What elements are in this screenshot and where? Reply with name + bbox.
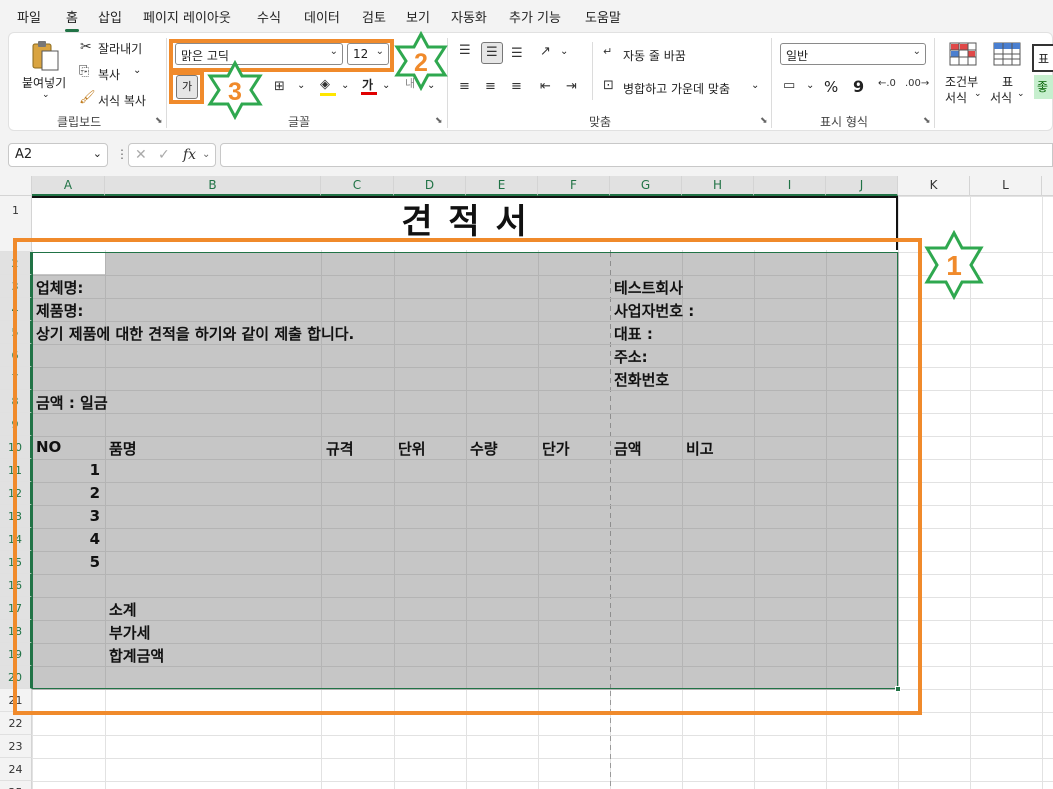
name-box[interactable]: A2 ⌄ (8, 143, 108, 167)
align-right-icon[interactable]: ≡ (511, 80, 522, 93)
menu-page-layout[interactable]: 페이지 레이아웃 (143, 7, 231, 26)
conditional-format-icon (949, 42, 977, 66)
format-painter-icon: 🖌 (79, 90, 96, 105)
cell-style-good-label: 좋 (1037, 80, 1049, 94)
align-bottom-icon[interactable]: ☰ (511, 47, 523, 60)
copy-dropdown-chevron-icon[interactable]: ⌄ (133, 65, 141, 76)
table-format-label-2: 서식 (990, 91, 1013, 105)
font-group-label: 글꼴 (288, 115, 311, 129)
chevron-down-icon: ⌄ (912, 46, 921, 57)
number-format-select[interactable]: 일반 ⌄ (780, 43, 926, 65)
fill-dropdown-chevron-icon[interactable]: ⌄ (341, 80, 349, 91)
cell-style-normal-label: 표 (1038, 52, 1050, 66)
table-format-label-1: 표 (1002, 75, 1014, 89)
formula-actions: ✕ ✓ fx ⌄ (128, 143, 216, 167)
align-middle-button[interactable]: ☰ (481, 42, 503, 64)
cell-style-normal[interactable]: 표 (1032, 44, 1053, 72)
scissors-icon: ✂ (80, 39, 92, 55)
chevron-down-icon: ⌄ (202, 149, 211, 160)
name-box-value: A2 (15, 147, 33, 162)
chevron-down-icon: ⌄ (974, 89, 982, 99)
cell-style-good[interactable]: 좋 (1034, 75, 1053, 99)
merge-dropdown-chevron-icon[interactable]: ⌄ (751, 80, 759, 91)
more-options-icon[interactable]: ⋮ (116, 148, 128, 160)
increase-decimal-icon[interactable]: ←.0 (878, 79, 896, 89)
excel-window: 파일 홈 삽입 페이지 레이아웃 수식 데이터 검토 보기 자동화 추가 기능 … (0, 0, 1053, 789)
alignment-launcher-icon[interactable]: ⬊ (760, 116, 768, 126)
insert-function-button[interactable]: fx (183, 148, 196, 162)
border-icon[interactable]: ⊞ (274, 80, 285, 93)
chevron-down-icon: ⌄ (1017, 89, 1025, 99)
alignment-group-label: 맞춤 (589, 115, 612, 129)
decrease-decimal-icon[interactable]: .00→ (905, 79, 929, 89)
menu-view[interactable]: 보기 (406, 7, 430, 26)
font-color-dropdown-chevron-icon[interactable]: ⌄ (382, 80, 390, 91)
currency-dropdown-chevron-icon[interactable]: ⌄ (806, 80, 814, 91)
table-format-icon (993, 42, 1021, 66)
font-color-glyph: 가 (362, 78, 374, 92)
annotation-box-3 (169, 71, 204, 104)
copy-button[interactable]: 복사 (98, 66, 120, 83)
comma-button[interactable]: 9 (853, 77, 864, 96)
menu-review[interactable]: 검토 (362, 7, 386, 26)
paste-label: 붙여넣기 (22, 76, 67, 90)
align-middle-icon: ☰ (486, 45, 498, 60)
cancel-icon[interactable]: ✕ (135, 148, 147, 162)
align-center-icon[interactable]: ≡ (485, 80, 496, 93)
annotation-number-2: 2 (414, 49, 428, 77)
annotation-box-1 (13, 238, 922, 715)
clipboard-group-label: 클립보드 (57, 115, 102, 129)
wrap-text-button[interactable]: 자동 줄 바꿈 (623, 47, 686, 64)
chevron-down-icon: ⌄ (42, 90, 50, 100)
menu-formulas[interactable]: 수식 (257, 7, 281, 26)
orientation-dropdown-chevron-icon[interactable]: ⌄ (560, 46, 568, 57)
merge-center-icon: ⊡ (603, 78, 614, 93)
annotation-star-1: 1 (924, 230, 984, 300)
enter-icon[interactable]: ✓ (158, 148, 170, 162)
annotation-star-3: 3 (207, 60, 263, 120)
align-left-icon[interactable]: ≡ (459, 80, 470, 93)
menu-automate[interactable]: 자동화 (451, 7, 487, 26)
decrease-indent-icon[interactable]: ⇤ (540, 80, 551, 93)
menu-home[interactable]: 홈 (65, 7, 79, 32)
currency-icon[interactable]: ▭ (783, 79, 795, 92)
fill-color-button[interactable]: ◈ (320, 78, 336, 96)
chevron-down-icon: ⌄ (92, 147, 102, 160)
annotation-number-3: 3 (228, 78, 242, 106)
formula-input[interactable] (220, 143, 1053, 167)
format-painter-button[interactable]: 서식 복사 (98, 92, 146, 109)
merge-center-button[interactable]: 병합하고 가운데 맞춤 (623, 80, 730, 97)
menu-help[interactable]: 도움말 (585, 7, 621, 26)
paste-icon (32, 41, 59, 71)
menu-data[interactable]: 데이터 (304, 7, 340, 26)
cut-button[interactable]: 잘라내기 (98, 40, 142, 57)
fill-bucket-icon: ◈ (320, 77, 330, 92)
menu-file[interactable]: 파일 (17, 7, 41, 26)
align-top-icon[interactable]: ☰ (459, 44, 471, 57)
number-format-value: 일반 (786, 49, 809, 63)
annotation-box-2 (169, 39, 394, 72)
orientation-icon[interactable]: ↗ (540, 45, 551, 58)
menu-addins[interactable]: 추가 기능 (509, 7, 561, 26)
clipboard-launcher-icon[interactable]: ⬊ (155, 116, 163, 126)
conditional-format-label-1: 조건부 (945, 75, 979, 89)
conditional-format-label-2: 서식 (945, 91, 968, 105)
menu-bar: 파일 홈 삽입 페이지 레이아웃 수식 데이터 검토 보기 자동화 추가 기능 … (0, 0, 1053, 32)
number-group-label: 표시 형식 (820, 115, 868, 129)
increase-indent-icon[interactable]: ⇥ (566, 80, 577, 93)
number-launcher-icon[interactable]: ⬊ (923, 116, 931, 126)
font-launcher-icon[interactable]: ⬊ (435, 116, 443, 126)
border-dropdown-chevron-icon[interactable]: ⌄ (297, 80, 305, 91)
annotation-number-1: 1 (946, 250, 962, 281)
menu-insert[interactable]: 삽입 (98, 7, 122, 26)
percent-button[interactable]: % (824, 78, 838, 96)
annotation-star-2: 2 (394, 31, 448, 91)
wrap-text-icon: ↵ (603, 45, 613, 58)
font-color-button[interactable]: 가 (361, 76, 377, 96)
copy-icon: ⎘ (79, 64, 90, 79)
